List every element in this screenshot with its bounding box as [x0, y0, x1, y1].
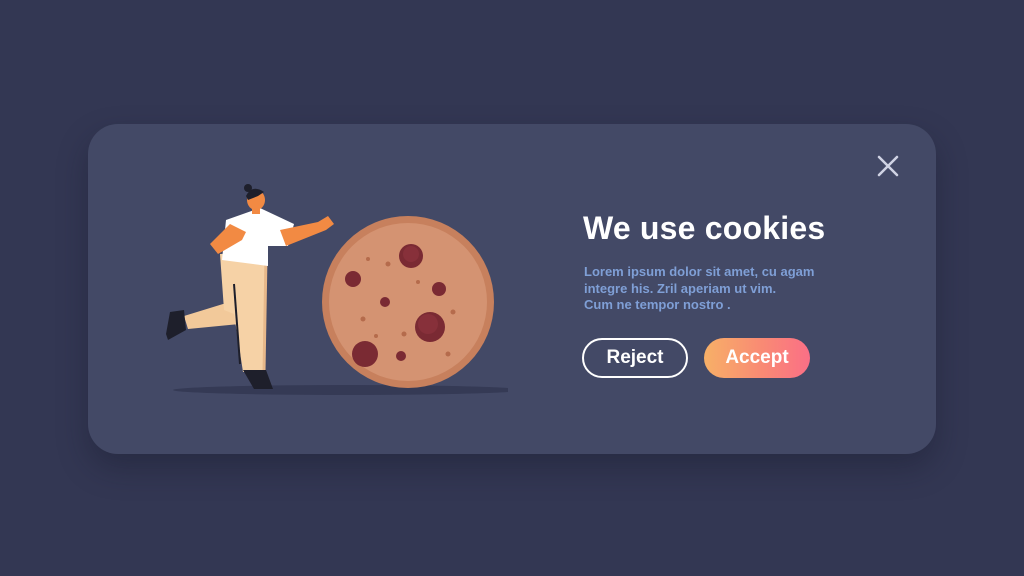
body-line: Cum ne tempor nostro . [584, 297, 731, 312]
ground-shadow [173, 385, 508, 395]
close-icon [877, 155, 899, 177]
dialog-title: We use cookies [583, 210, 826, 246]
accept-button[interactable]: Accept [704, 338, 810, 378]
body-line: Lorem ipsum dolor sit amet, cu agam [584, 264, 815, 279]
close-button[interactable] [872, 150, 904, 182]
page-background: We use cookies Lorem ipsum dolor sit ame… [0, 0, 1024, 576]
dialog-body: Lorem ipsum dolor sit amet, cu agam inte… [584, 264, 854, 314]
cookie-icon [322, 216, 494, 388]
cookie-consent-dialog: We use cookies Lorem ipsum dolor sit ame… [88, 124, 936, 454]
cookie-illustration [148, 184, 508, 404]
body-line: integre his. Zril aperiam ut vim. [584, 280, 777, 296]
reject-button[interactable]: Reject [582, 338, 688, 378]
person-figure [166, 184, 334, 389]
